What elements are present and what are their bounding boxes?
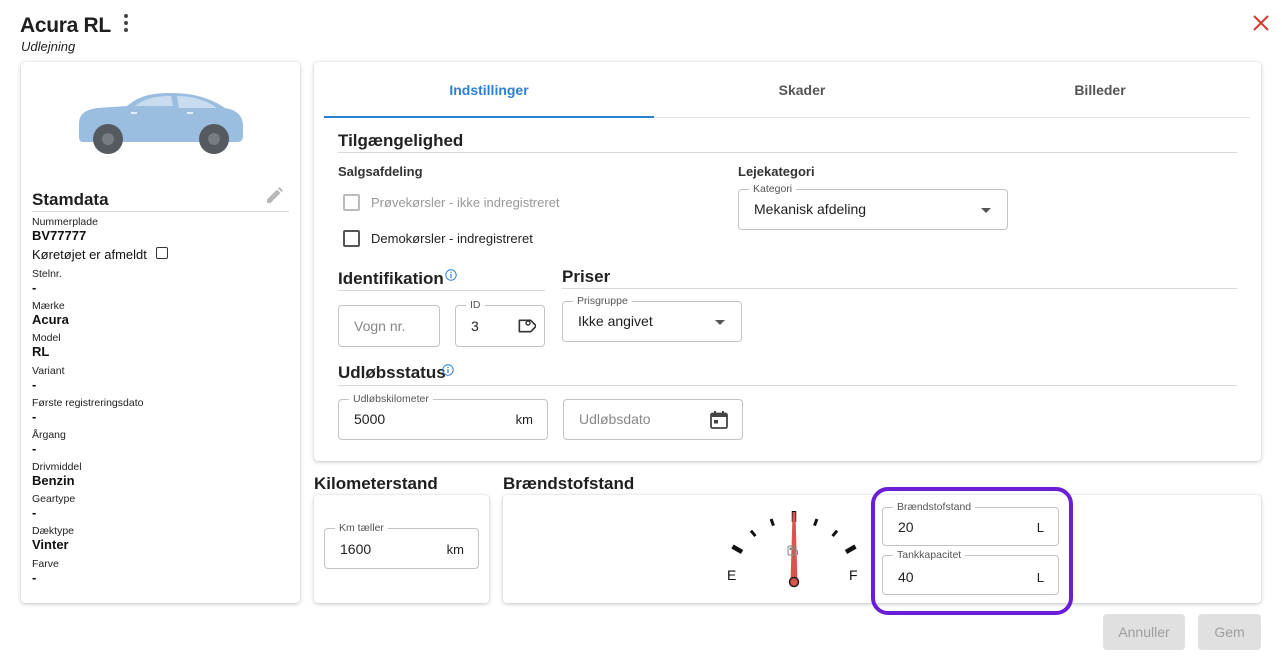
stamdata-divider <box>32 211 289 212</box>
dropdown-caret-icon <box>715 320 725 325</box>
checkbox-box <box>343 194 360 211</box>
more-options-icon[interactable] <box>118 12 134 34</box>
dropdown-caret-icon <box>981 208 991 213</box>
udloebsdato-input[interactable]: Udløbsdato <box>563 399 743 440</box>
udloebsstatus-title: Udløbsstatus <box>338 363 446 382</box>
gauge-tick <box>831 529 839 538</box>
cancel-button[interactable]: Annuller <box>1103 614 1185 650</box>
udloebskilometer-label: Udløbskilometer <box>349 393 433 405</box>
vogn-nr-placeholder: Vogn nr. <box>354 318 406 334</box>
demokoersler-label: Demokørsler - indregistreret <box>371 231 533 246</box>
gauge-needle <box>790 512 798 582</box>
udloebsstatus-divider <box>338 385 1237 386</box>
km-unit: km <box>446 542 464 557</box>
id-input[interactable]: ID 3 <box>455 299 545 347</box>
field-label-model: Model <box>32 332 61 344</box>
afmeldt-label: Køretøjet er afmeldt <box>32 247 147 262</box>
gauge-tick <box>844 544 857 554</box>
save-button[interactable]: Gem <box>1198 614 1261 650</box>
field-label-geartype: Geartype <box>32 493 76 505</box>
fuel-fields-highlight <box>871 487 1073 615</box>
gauge-tick <box>749 529 757 538</box>
checkbox-box <box>343 230 360 247</box>
km-taeller-value: 1600 <box>340 541 372 557</box>
field-label-drivmiddel: Drivmiddel <box>32 461 82 473</box>
vehicle-subtitle: Udlejning <box>21 39 76 54</box>
field-value-daektype: Vinter <box>32 537 69 552</box>
tilgaengelighed-divider <box>338 152 1237 153</box>
close-icon[interactable] <box>1250 12 1272 34</box>
field-value-farve: - <box>32 570 37 585</box>
proevekoersler-checkbox[interactable]: Prøvekørsler - ikke indregistreret <box>343 194 560 211</box>
prisgruppe-value: Ikke angivet <box>578 313 653 329</box>
field-value-maerke: Acura <box>32 312 69 327</box>
udloebskilometer-input[interactable]: Udløbskilometer 5000 km <box>338 393 548 440</box>
field-value-model: RL <box>32 344 50 359</box>
gauge-empty-label: E <box>727 567 737 583</box>
field-label-maerke: Mærke <box>32 300 65 312</box>
fuel-gauge <box>731 511 857 588</box>
proevekoersler-label: Prøvekørsler - ikke indregistreret <box>371 195 560 210</box>
tab-billeder[interactable]: Billeder <box>950 82 1250 116</box>
calendar-icon[interactable] <box>709 410 729 430</box>
identifikation-title: Identifikation <box>338 269 444 288</box>
km-taeller-input[interactable]: Km tæller 1600 km <box>324 522 479 569</box>
kilometerstand-card: Km tæller 1600 km <box>314 495 489 603</box>
vogn-nr-input[interactable]: Vogn nr. <box>338 305 440 347</box>
info-icon[interactable] <box>442 364 454 376</box>
udloebsdato-placeholder: Udløbsdato <box>579 411 651 427</box>
demokoersler-checkbox[interactable]: Demokørsler - indregistreret <box>343 230 533 247</box>
km-unit: km <box>515 412 533 427</box>
settings-card: Indstillinger Skader Billeder Tilgængeli… <box>314 62 1261 461</box>
active-tab-indicator <box>324 116 654 118</box>
lejekategori-title: Lejekategori <box>738 164 815 179</box>
field-value-nummerplade: BV77777 <box>32 228 87 243</box>
prisgruppe-label: Prisgruppe <box>573 295 632 307</box>
kategori-select[interactable]: Kategori Mekanisk afdeling <box>738 183 1008 230</box>
field-label-daektype: Dæktype <box>32 525 75 537</box>
car-image <box>79 93 243 154</box>
udloebskilometer-value: 5000 <box>354 411 386 427</box>
edit-icon[interactable] <box>264 186 284 206</box>
id-value: 3 <box>471 318 479 334</box>
field-value-foerste-reg: - <box>32 409 37 424</box>
field-label-stelnr: Stelnr. <box>32 268 62 280</box>
gauge-tick <box>769 518 775 527</box>
field-label-farve: Farve <box>32 558 59 570</box>
tag-icon[interactable] <box>514 315 536 337</box>
field-label-variant: Variant <box>32 365 65 377</box>
field-label-nummerplade: Nummerplade <box>32 216 98 228</box>
field-value-stelnr: - <box>32 280 37 295</box>
field-label-aargang: Årgang <box>32 429 66 441</box>
priser-title: Priser <box>562 267 611 286</box>
tab-indstillinger[interactable]: Indstillinger <box>324 82 654 116</box>
field-value-aargang: - <box>32 441 37 456</box>
kilometerstand-title: Kilometerstand <box>314 474 438 493</box>
tilgaengelighed-title: Tilgængelighed <box>338 131 464 150</box>
field-value-drivmiddel: Benzin <box>32 473 75 488</box>
priser-divider <box>562 288 1237 289</box>
identifikation-divider <box>338 290 545 291</box>
gauge-pivot <box>788 576 800 588</box>
gauge-full-label: F <box>849 567 858 583</box>
kategori-label: Kategori <box>749 183 797 195</box>
field-value-geartype: - <box>32 505 37 520</box>
field-value-variant: - <box>32 377 37 392</box>
tab-skader[interactable]: Skader <box>654 82 950 116</box>
info-icon[interactable] <box>445 269 457 281</box>
braendstof-title: Brændstofstand <box>503 474 635 493</box>
salgsafdeling-title: Salgsafdeling <box>338 164 423 179</box>
stamdata-title: Stamdata <box>32 190 109 209</box>
kategori-value: Mekanisk afdeling <box>754 201 867 217</box>
stamdata-card: Stamdata Nummerplade BV77777 Køretøjet e… <box>21 62 300 603</box>
field-label-foerste-reg: Første registreringsdato <box>32 397 144 409</box>
prisgruppe-select[interactable]: Prisgruppe Ikke angivet <box>562 295 742 342</box>
afmeldt-checkbox[interactable] <box>156 247 168 259</box>
vehicle-title: Acura RL <box>20 14 111 37</box>
km-taeller-label: Km tæller <box>335 522 388 534</box>
gauge-tick <box>731 544 744 554</box>
gauge-tick <box>813 518 819 527</box>
id-label: ID <box>466 299 485 311</box>
